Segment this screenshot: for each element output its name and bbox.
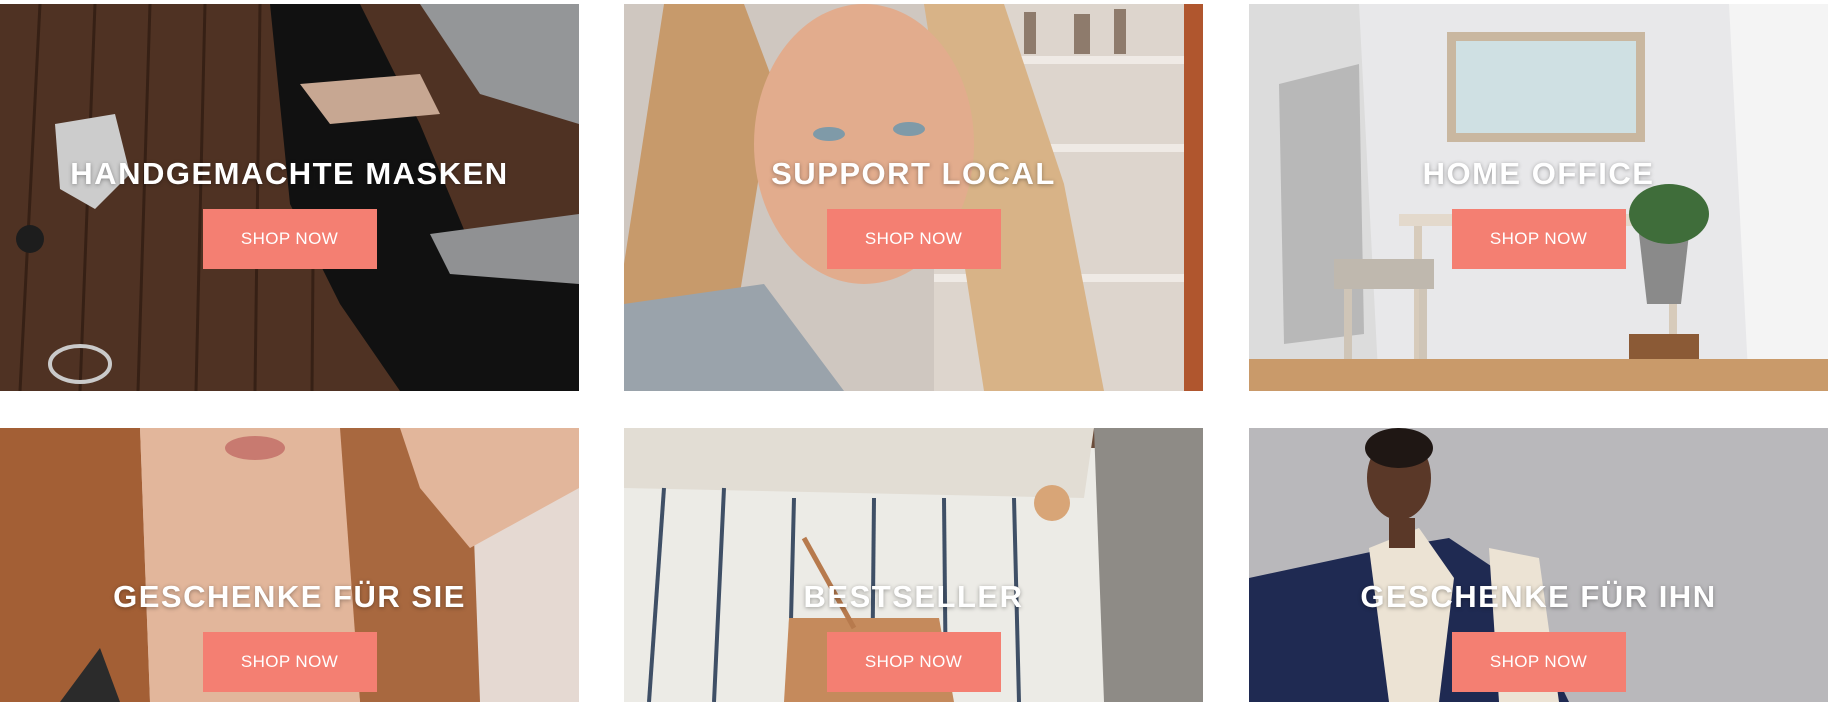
category-tile-gifts-him[interactable]: GESCHENKE FÜR IHN SHOP NOW — [1249, 428, 1828, 702]
category-tile-support-local[interactable]: SUPPORT LOCAL SHOP NOW — [624, 4, 1203, 391]
tile-overlay: SUPPORT LOCAL SHOP NOW — [624, 158, 1203, 391]
shop-now-button[interactable]: SHOP NOW — [826, 209, 1001, 269]
tile-title: HOME OFFICE — [1422, 156, 1655, 191]
shop-now-button[interactable]: SHOP NOW — [202, 632, 377, 692]
category-tile-bestseller[interactable]: BESTSELLER SHOP NOW — [624, 428, 1203, 702]
tile-title: HANDGEMACHTE MASKEN — [70, 156, 509, 191]
shop-now-button[interactable]: SHOP NOW — [1451, 632, 1626, 692]
tile-overlay: GESCHENKE FÜR SIE SHOP NOW — [0, 581, 579, 702]
tile-title: SUPPORT LOCAL — [771, 156, 1056, 191]
tile-title: GESCHENKE FÜR SIE — [113, 579, 466, 614]
tile-overlay: BESTSELLER SHOP NOW — [624, 581, 1203, 702]
tile-overlay: HOME OFFICE SHOP NOW — [1249, 158, 1828, 391]
tile-title: BESTSELLER — [803, 579, 1024, 614]
category-grid: HANDGEMACHTE MASKEN SHOP NOW SUPPORT LOC… — [0, 0, 1830, 702]
shop-now-button[interactable]: SHOP NOW — [1451, 209, 1626, 269]
shop-now-button[interactable]: SHOP NOW — [826, 632, 1001, 692]
category-tile-home-office[interactable]: HOME OFFICE SHOP NOW — [1249, 4, 1828, 391]
tile-overlay: GESCHENKE FÜR IHN SHOP NOW — [1249, 581, 1828, 702]
category-tile-masks[interactable]: HANDGEMACHTE MASKEN SHOP NOW — [0, 4, 579, 391]
tile-title: GESCHENKE FÜR IHN — [1360, 579, 1717, 614]
shop-now-button[interactable]: SHOP NOW — [202, 209, 377, 269]
tile-overlay: HANDGEMACHTE MASKEN SHOP NOW — [0, 158, 579, 391]
category-tile-gifts-her[interactable]: GESCHENKE FÜR SIE SHOP NOW — [0, 428, 579, 702]
